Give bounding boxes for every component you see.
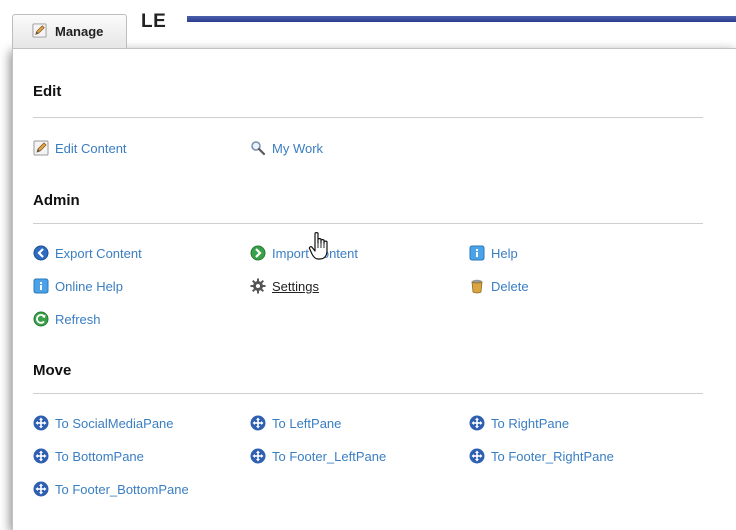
move-to-footer-leftpane-link[interactable]: To Footer_LeftPane <box>250 448 386 464</box>
move-to-rightpane-link[interactable]: To RightPane <box>469 415 569 431</box>
hand-pointer-cursor-icon <box>308 231 334 266</box>
move-to-socialmediapane-label: To SocialMediaPane <box>55 415 174 431</box>
help-link[interactable]: Help <box>469 245 518 261</box>
move-arrows-icon <box>469 415 485 431</box>
move-to-leftpane-link[interactable]: To LeftPane <box>250 415 341 431</box>
move-to-leftpane-label: To LeftPane <box>272 415 342 431</box>
online-help-label: Online Help <box>55 278 123 294</box>
refresh-icon <box>33 311 49 327</box>
page-title-fragment: LE <box>141 11 167 32</box>
export-content-label: Export Content <box>55 245 142 261</box>
move-arrows-icon <box>250 415 266 431</box>
edit-pencil-icon <box>33 140 49 156</box>
move-arrows-icon <box>33 415 49 431</box>
manage-tab[interactable]: Manage <box>12 14 127 48</box>
move-arrows-icon <box>469 448 485 464</box>
section-title-edit: Edit <box>33 83 62 100</box>
import-content-link[interactable]: Import Content <box>250 245 358 261</box>
settings-label: Settings <box>272 278 319 294</box>
move-to-footer-leftpane-label: To Footer_LeftPane <box>272 448 387 464</box>
delete-label: Delete <box>491 278 529 294</box>
my-work-label: My Work <box>272 140 324 156</box>
move-to-bottompane-label: To BottomPane <box>55 448 144 464</box>
move-to-footer-bottompane-label: To Footer_BottomPane <box>55 481 189 497</box>
online-help-icon <box>33 278 49 294</box>
magnifier-icon <box>250 140 266 156</box>
move-to-footer-rightpane-label: To Footer_RightPane <box>491 448 614 464</box>
edit-content-label: Edit Content <box>55 140 127 156</box>
move-to-bottompane-link[interactable]: To BottomPane <box>33 448 144 464</box>
trash-icon <box>469 278 485 294</box>
delete-link[interactable]: Delete <box>469 278 529 294</box>
move-arrows-icon <box>33 481 49 497</box>
export-content-link[interactable]: Export Content <box>33 245 142 261</box>
divider <box>33 223 703 224</box>
settings-link[interactable]: Settings <box>250 278 319 294</box>
move-to-footer-bottompane-link[interactable]: To Footer_BottomPane <box>33 481 189 497</box>
move-to-footer-rightpane-link[interactable]: To Footer_RightPane <box>469 448 614 464</box>
section-title-move: Move <box>33 362 72 379</box>
move-to-rightpane-label: To RightPane <box>491 415 570 431</box>
move-arrows-icon <box>250 448 266 464</box>
help-label: Help <box>491 245 518 261</box>
move-arrows-icon <box>33 448 49 464</box>
gear-icon <box>250 278 266 294</box>
edit-content-link[interactable]: Edit Content <box>33 140 127 156</box>
manage-tab-label: Manage <box>55 24 104 39</box>
refresh-link[interactable]: Refresh <box>33 311 101 327</box>
divider <box>33 117 703 118</box>
move-to-socialmediapane-link[interactable]: To SocialMediaPane <box>33 415 174 431</box>
export-arrow-icon <box>33 245 49 261</box>
refresh-label: Refresh <box>55 311 101 327</box>
action-menu-panel: Edit Edit Content My Work Admin Export C… <box>12 48 736 530</box>
title-bar <box>187 16 736 22</box>
pencil-icon <box>32 22 47 41</box>
section-title-admin: Admin <box>33 192 80 209</box>
online-help-link[interactable]: Online Help <box>33 278 123 294</box>
import-arrow-icon <box>250 245 266 261</box>
help-icon <box>469 245 485 261</box>
divider <box>33 393 703 394</box>
my-work-link[interactable]: My Work <box>250 140 323 156</box>
